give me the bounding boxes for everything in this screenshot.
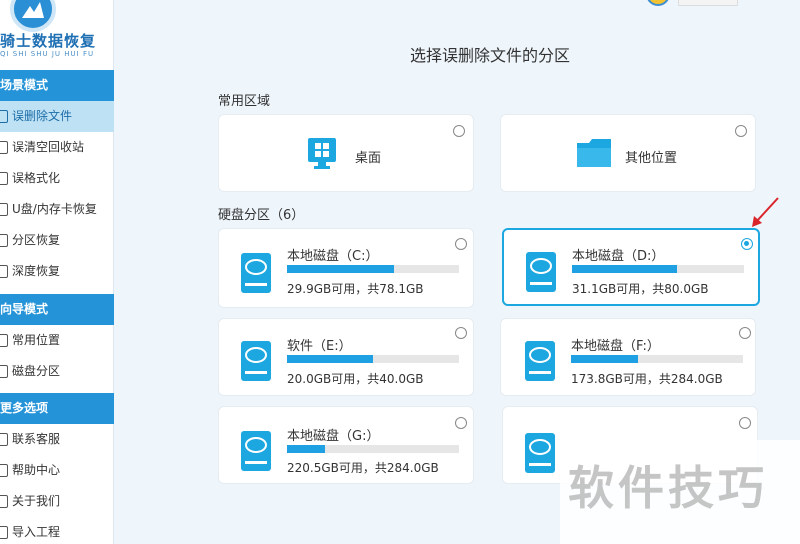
- partition-icon: [0, 234, 8, 247]
- capacity-text: 31.1GB可用，共80.0GB: [572, 282, 709, 296]
- sidebar-item-deleted-files[interactable]: 误删除文件: [0, 101, 114, 132]
- deep-scan-icon: [0, 265, 8, 278]
- logo-subtitle: QI SHI SHU JU HUI FU: [0, 50, 95, 58]
- section-header-scene: 场景模式: [0, 70, 114, 101]
- partition-card-c[interactable]: 本地磁盘（C:） 29.9GB可用，共78.1GB: [218, 228, 474, 308]
- section-header-wizard: 向导模式: [0, 294, 114, 325]
- sidebar-item-disk-partitions[interactable]: 磁盘分区: [0, 356, 114, 387]
- sidebar-item-partition-recovery[interactable]: 分区恢复: [0, 225, 114, 256]
- sidebar-item-help-center[interactable]: 帮助中心: [0, 455, 114, 486]
- sidebar-item-deep-recovery[interactable]: 深度恢复: [0, 256, 114, 287]
- partition-name: 软件（E:）: [287, 339, 352, 354]
- page-title: 选择误删除文件的分区: [409, 46, 570, 65]
- radio-button[interactable]: [455, 238, 467, 250]
- location-card-other[interactable]: 其他位置: [500, 114, 756, 192]
- capacity-text: 220.5GB可用，共284.0GB: [287, 461, 439, 475]
- usb-icon: [0, 203, 8, 216]
- sidebar-item-label: 常用位置: [12, 333, 61, 347]
- usage-bar-fill: [287, 445, 325, 453]
- partition-card-d[interactable]: 本地磁盘（D:） 31.1GB可用，共80.0GB: [502, 228, 760, 306]
- sidebar-item-label: 误删除文件: [12, 109, 73, 123]
- partition-name: 本地磁盘（F:）: [571, 339, 660, 354]
- sidebar-item-label: 误清空回收站: [12, 140, 85, 154]
- sidebar-item-import-project[interactable]: 导入工程: [0, 517, 114, 544]
- sidebar-item-usb-recovery[interactable]: U盘/内存卡恢复: [0, 194, 114, 225]
- sidebar-item-label: 关于我们: [12, 494, 61, 508]
- logo-title: 骑士数据恢复: [0, 32, 97, 50]
- hard-drive-icon: [525, 341, 555, 381]
- sidebar-item-label: 导入工程: [12, 525, 61, 539]
- usage-bar: [287, 265, 459, 273]
- hard-drive-icon: [525, 433, 555, 473]
- sidebar-item-common-locations[interactable]: 常用位置: [0, 325, 114, 356]
- import-icon: [0, 526, 8, 539]
- usage-bar-fill: [287, 265, 394, 273]
- radio-button[interactable]: [741, 238, 753, 250]
- location-card-desktop[interactable]: 桌面: [218, 114, 474, 192]
- format-icon: [0, 172, 8, 185]
- sidebar-item-recycle-bin[interactable]: 误清空回收站: [0, 132, 114, 163]
- location-label: 其他位置: [625, 151, 678, 166]
- radio-button[interactable]: [455, 417, 467, 429]
- recycle-bin-icon: [0, 141, 8, 154]
- radio-button[interactable]: [739, 417, 751, 429]
- section-header-more: 更多选项: [0, 393, 114, 424]
- usage-bar-fill: [287, 355, 373, 363]
- annotation-arrow-icon: [752, 197, 779, 227]
- sidebar-item-about-us[interactable]: 关于我们: [0, 486, 114, 517]
- watermark-text: 软件技巧: [568, 461, 768, 515]
- info-icon: [0, 495, 8, 508]
- account-field[interactable]: [678, 0, 738, 6]
- disk-icon: [0, 365, 8, 378]
- partition-name: 本地磁盘（D:）: [572, 249, 665, 264]
- sidebar-item-label: 帮助中心: [12, 463, 61, 477]
- location-label: 桌面: [355, 151, 382, 166]
- sidebar-item-contact-support[interactable]: 联系客服: [0, 424, 114, 455]
- usage-bar-fill: [572, 265, 677, 273]
- location-icon: [0, 334, 8, 347]
- usage-bar: [572, 265, 744, 273]
- radio-button[interactable]: [739, 327, 751, 339]
- document-icon: [0, 110, 8, 123]
- partition-card-g[interactable]: 本地磁盘（G:） 220.5GB可用，共284.0GB: [218, 406, 474, 484]
- support-icon: [0, 433, 8, 446]
- radio-button[interactable]: [455, 327, 467, 339]
- help-icon: [0, 464, 8, 477]
- usage-bar: [287, 445, 459, 453]
- hard-drive-icon: [241, 253, 271, 293]
- sidebar-item-label: 分区恢复: [12, 233, 61, 247]
- partition-card-e[interactable]: 软件（E:） 20.0GB可用，共40.0GB: [218, 318, 474, 396]
- sidebar-item-label: 联系客服: [12, 432, 61, 446]
- capacity-text: 20.0GB可用，共40.0GB: [287, 372, 424, 386]
- capacity-text: 173.8GB可用，共284.0GB: [571, 372, 723, 386]
- usage-bar: [571, 355, 743, 363]
- sidebar-item-format[interactable]: 误格式化: [0, 163, 114, 194]
- partition-name: 本地磁盘（G:）: [287, 429, 380, 444]
- sidebar-item-label: 误格式化: [12, 171, 61, 185]
- sidebar-item-label: 深度恢复: [12, 264, 61, 278]
- sidebar: 骑士数据恢复 QI SHI SHU JU HUI FU 场景模式 误删除文件 误…: [0, 0, 114, 544]
- usage-bar: [287, 355, 459, 363]
- hard-drive-icon: [241, 431, 271, 471]
- folder-icon: [577, 139, 611, 167]
- avatar[interactable]: [646, 0, 670, 6]
- partition-name: 本地磁盘（C:）: [287, 249, 379, 264]
- sidebar-item-label: 磁盘分区: [12, 364, 61, 378]
- logo-area: 骑士数据恢复 QI SHI SHU JU HUI FU: [0, 0, 114, 68]
- capacity-text: 29.9GB可用，共78.1GB: [287, 282, 424, 296]
- disk-partitions-label: 硬盘分区（6）: [218, 208, 305, 223]
- radio-button[interactable]: [453, 125, 465, 137]
- hard-drive-icon: [241, 341, 271, 381]
- windows-desktop-icon: [308, 138, 336, 169]
- sidebar-item-label: U盘/内存卡恢复: [12, 202, 97, 216]
- hard-drive-icon: [526, 252, 556, 292]
- common-area-label: 常用区域: [218, 94, 271, 109]
- usage-bar-fill: [571, 355, 639, 363]
- radio-button[interactable]: [735, 125, 747, 137]
- logo-icon: [10, 0, 56, 32]
- partition-card-f[interactable]: 本地磁盘（F:） 173.8GB可用，共284.0GB: [500, 318, 756, 396]
